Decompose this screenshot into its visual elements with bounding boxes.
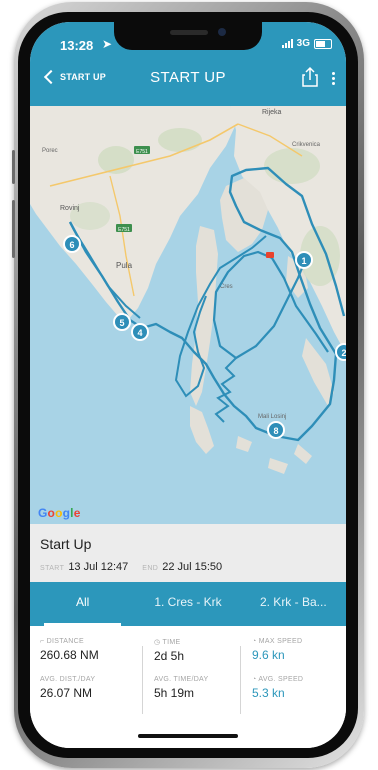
status-time: 13:28 bbox=[60, 38, 94, 53]
screen: 13:28 ➤ 3G START UP START UP E751 E751 R… bbox=[30, 22, 346, 748]
route-line bbox=[174, 235, 267, 398]
svg-text:5: 5 bbox=[119, 318, 124, 328]
stat-avg-speed: ◔ AVG. SPEED 5.3 kn bbox=[252, 676, 303, 700]
speaker bbox=[170, 30, 208, 35]
small-island bbox=[268, 458, 288, 474]
svg-text:6: 6 bbox=[69, 240, 74, 250]
waypoint-5: 5 bbox=[113, 313, 131, 331]
stat-max-speed: ◔ MAX SPEED 9.6 kn bbox=[252, 638, 302, 662]
stat-value: 2d 5h bbox=[154, 649, 185, 663]
waypoint-1: 1 bbox=[295, 251, 313, 269]
location-arrow-icon: ➤ bbox=[102, 37, 113, 51]
speedometer-icon: ◔ bbox=[252, 638, 259, 645]
trip-summary: Start Up START 13 Jul 12:47 END 22 Jul 1… bbox=[30, 524, 346, 582]
stat-time: ◷ TIME 2d 5h bbox=[154, 638, 184, 663]
more-options-icon[interactable] bbox=[332, 72, 336, 86]
stat-label: TIME bbox=[162, 639, 181, 646]
stat-value: 26.07 NM bbox=[40, 686, 93, 700]
leg-tabs: All 1. Cres - Krk 2. Krk - Ba... bbox=[30, 582, 346, 626]
place-label: Rovinj bbox=[60, 205, 80, 212]
side-button bbox=[12, 150, 15, 184]
losinj-island bbox=[190, 406, 214, 454]
waypoint-6: 6 bbox=[63, 235, 81, 253]
place-label: Cres bbox=[220, 284, 233, 290]
place-label: Pula bbox=[116, 261, 133, 270]
stat-value: 5.3 kn bbox=[252, 686, 285, 700]
place-label: Crikvenica bbox=[292, 142, 321, 148]
svg-text:2: 2 bbox=[341, 348, 346, 358]
signal-icon bbox=[281, 39, 293, 48]
trip-dates: START 13 Jul 12:47 END 22 Jul 15:50 bbox=[40, 561, 236, 573]
start-value: 13 Jul 12:47 bbox=[68, 561, 129, 573]
svg-text:4: 4 bbox=[137, 328, 142, 338]
network-label: 3G bbox=[296, 38, 310, 49]
divider bbox=[240, 646, 241, 714]
camera bbox=[218, 28, 226, 36]
road-badge: E751 bbox=[118, 227, 130, 233]
trip-stats: ⌐ DISTANCE 260.68 NM ◷ TIME 2d 5h ◔ MAX … bbox=[30, 626, 346, 748]
clock-icon: ◷ bbox=[154, 639, 163, 646]
stat-value: 9.6 kn bbox=[252, 648, 285, 662]
stat-avg-dist: AVG. DIST./DAY 26.07 NM bbox=[40, 676, 95, 700]
road-badge: E751 bbox=[136, 149, 148, 155]
share-icon[interactable] bbox=[300, 66, 320, 88]
side-button bbox=[12, 200, 15, 258]
route-map[interactable]: E751 E751 Rijeka Rovinj Pula Cres Mali L… bbox=[30, 106, 346, 524]
small-island bbox=[294, 444, 312, 464]
end-value: 22 Jul 15:50 bbox=[162, 561, 223, 573]
trip-name: Start Up bbox=[40, 536, 92, 552]
stat-label: AVG. SPEED bbox=[258, 676, 304, 683]
place-label: Rijeka bbox=[262, 109, 282, 116]
stat-value: 5h 19m bbox=[154, 686, 195, 700]
place-label: Mali Losinj bbox=[258, 414, 286, 420]
start-label: START bbox=[40, 565, 65, 572]
svg-text:8: 8 bbox=[273, 426, 278, 436]
end-label: END bbox=[142, 565, 159, 572]
tab-all[interactable]: All bbox=[30, 582, 135, 626]
waypoint-8: 8 bbox=[267, 421, 285, 439]
divider bbox=[142, 646, 143, 714]
waypoint-4: 4 bbox=[131, 323, 149, 341]
stat-label: DISTANCE bbox=[46, 638, 84, 645]
tab-leg-2[interactable]: 2. Krk - Ba... bbox=[241, 582, 346, 626]
place-label: Porec bbox=[42, 148, 58, 154]
status-indicators: 3G bbox=[281, 38, 332, 49]
ruler-icon: ⌐ bbox=[40, 638, 47, 645]
stat-label: AVG. TIME/DAY bbox=[154, 676, 209, 683]
stat-distance: ⌐ DISTANCE 260.68 NM bbox=[40, 638, 99, 662]
stat-value: 260.68 NM bbox=[40, 648, 99, 662]
stat-label: MAX SPEED bbox=[258, 638, 303, 645]
position-marker bbox=[266, 252, 274, 258]
small-island bbox=[236, 436, 252, 452]
tab-leg-1[interactable]: 1. Cres - Krk bbox=[135, 582, 240, 626]
svg-text:1: 1 bbox=[301, 256, 306, 266]
home-indicator[interactable] bbox=[138, 734, 238, 738]
pag-island bbox=[302, 338, 334, 406]
waypoint-2: 2 bbox=[335, 343, 346, 361]
page-title: START UP bbox=[150, 69, 226, 86]
route-line bbox=[214, 357, 237, 423]
stat-avg-time: AVG. TIME/DAY 5h 19m bbox=[154, 676, 208, 700]
stat-label: AVG. DIST./DAY bbox=[40, 676, 96, 683]
battery-icon bbox=[314, 38, 332, 49]
notch bbox=[114, 22, 262, 50]
google-logo: Google bbox=[38, 506, 81, 520]
